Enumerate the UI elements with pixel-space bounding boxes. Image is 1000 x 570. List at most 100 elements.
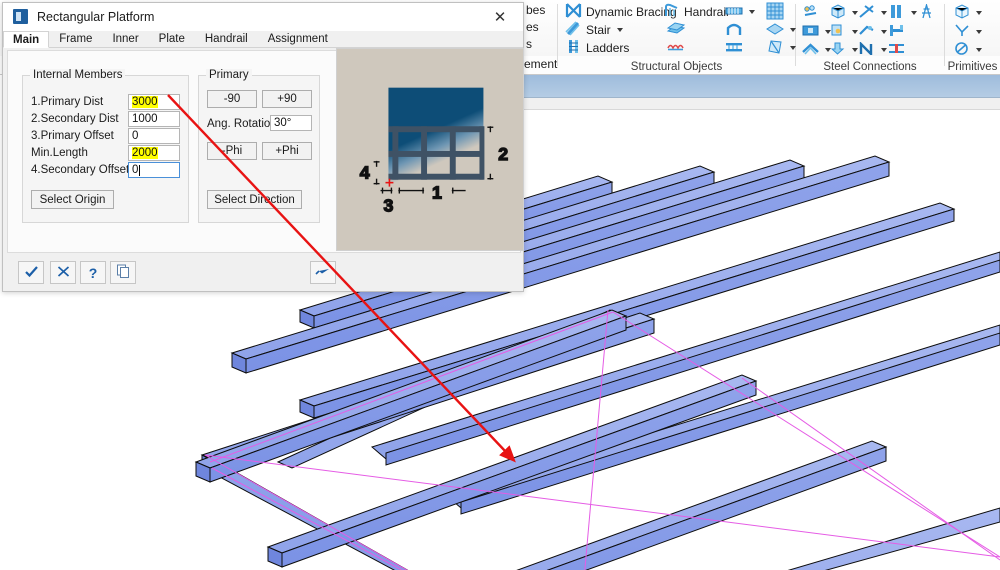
chevron-down-icon-sc-4[interactable] <box>911 11 917 15</box>
application-window: bes es s ement Structural Objects Dynami… <box>0 0 1000 570</box>
plus-phi-button[interactable]: +Phi <box>262 142 312 160</box>
ribbon-item-cone[interactable] <box>766 37 796 59</box>
svg-text:3: 3 <box>384 195 394 215</box>
ribbon-item-label-ladders: Ladders <box>586 41 630 55</box>
viewport-toolbar-strip <box>521 98 1000 110</box>
ribbon-cut-label-2: es <box>526 20 539 34</box>
ribbon-item-beam-profile[interactable] <box>725 37 743 59</box>
apply-ok-button[interactable] <box>18 261 44 284</box>
copy-icon <box>116 264 131 281</box>
box-connection-icon <box>829 4 846 22</box>
grating-icon <box>666 38 686 58</box>
ribbon-group-steel-connections: Steel Connections <box>796 0 944 75</box>
question-icon: ? <box>88 264 98 281</box>
rectangular-platform-dialog[interactable]: Rectangular Platform ✕ Main Frame Inner … <box>2 2 524 292</box>
ribbon-group-label-structural-objects: Structural Objects <box>630 61 723 73</box>
ribbon-item-label-stair: Stair <box>586 23 611 37</box>
ribbon-item-sc-11[interactable] <box>829 39 858 61</box>
dialog-footer-toolbar: ? <box>7 255 521 289</box>
chevron-down-icon-sc-12[interactable] <box>881 48 887 52</box>
check-icon <box>24 265 39 281</box>
stiffener-icon <box>888 42 905 58</box>
dialog-title: Rectangular Platform <box>37 9 155 24</box>
min-length-input[interactable]: 2000 <box>128 145 180 161</box>
primary-dist-input[interactable]: 3000 <box>128 94 180 110</box>
ribbon-item-sc-13[interactable] <box>888 39 905 61</box>
platform-preview-thumbnail: 2 4 3 1 <box>336 48 524 251</box>
chevron-down-icon-sc-3[interactable] <box>881 11 887 15</box>
select-origin-button[interactable]: Select Origin <box>31 190 114 209</box>
rotate-plus-90-button[interactable]: +90 <box>262 90 312 108</box>
tab-handrail[interactable]: Handrail <box>195 30 258 47</box>
apex-icon <box>802 42 819 58</box>
minus-phi-button[interactable]: -Phi <box>207 142 257 160</box>
group-internal-members: Internal Members 1.Primary Dist 2.Second… <box>22 69 189 223</box>
field-label-primary-offset: 3.Primary Offset <box>31 130 114 142</box>
cube-icon <box>953 4 970 22</box>
ribbon-item-ladders[interactable]: Ladders <box>565 37 629 59</box>
ribbon-group-label-primitives: Primitives <box>947 61 998 73</box>
dialog-tabstrip: Main Frame Inner Plate Handrail Assignme… <box>3 31 523 48</box>
splice-icon <box>888 4 905 22</box>
group-primary: Primary -90 +90 Ang. Rotation 30° -Phi +… <box>198 69 320 223</box>
weld-icon <box>858 24 875 40</box>
chevron-down-icon-prim-cube[interactable] <box>976 11 982 15</box>
ribbon-item-prim-circle[interactable] <box>953 39 982 61</box>
chevron-down-icon-rail[interactable] <box>749 10 755 14</box>
chevron-down-icon-prim-angle[interactable] <box>976 30 982 34</box>
chevron-down-icon-sc-8[interactable] <box>881 30 887 34</box>
field-label-ang-rotation: Ang. Rotation <box>207 118 277 130</box>
field-label-primary-dist: 1.Primary Dist <box>31 96 104 108</box>
ribbon-item-sc-10[interactable] <box>802 39 831 61</box>
ribbon-cut-label-3: s <box>526 37 532 51</box>
beam-profile-icon <box>725 40 743 57</box>
ribbon-cut-label-4: ement <box>524 57 558 71</box>
ribbon-cut-label-1: bes <box>526 3 546 17</box>
platform-icon <box>13 9 28 24</box>
base-plate-icon <box>802 24 819 40</box>
field-label-secondary-offset: 4.Secondary Offset <box>31 164 130 176</box>
select-direction-button[interactable]: Select Direction <box>207 190 302 209</box>
help-button[interactable]: ? <box>80 261 106 284</box>
x-icon <box>56 265 71 281</box>
pick-button[interactable] <box>310 261 336 284</box>
secondary-dist-input[interactable]: 1000 <box>128 111 180 127</box>
chevron-down-icon-prim-circle[interactable] <box>976 48 982 52</box>
cancel-button[interactable] <box>50 261 76 284</box>
tab-frame[interactable]: Frame <box>49 30 102 47</box>
cone-icon <box>766 39 784 58</box>
ribbon-group-primitives: Primitives <box>945 0 1000 75</box>
n-shape-icon <box>858 41 875 58</box>
circle-slash-icon <box>953 42 970 58</box>
rotate-minus-90-button[interactable]: -90 <box>207 90 257 108</box>
ribbon-item-label-handrail: Handrail <box>684 5 729 19</box>
svg-text:4: 4 <box>360 163 370 183</box>
chevron-down-icon-stair[interactable] <box>616 28 623 32</box>
field-label-secondary-dist: 2.Secondary Dist <box>31 113 119 125</box>
angle-icon <box>953 24 970 40</box>
bolt-cluster-icon <box>802 4 819 22</box>
ribbon-group-label-steel-connections: Steel Connections <box>823 61 917 73</box>
viewport-title-band <box>521 75 1000 98</box>
field-label-min-length: Min.Length <box>31 147 88 159</box>
primary-offset-input[interactable]: 0 <box>128 128 180 144</box>
close-icon[interactable]: ✕ <box>485 8 515 26</box>
arrow-pointer-icon <box>315 265 331 281</box>
tab-assignment[interactable]: Assignment <box>258 30 338 47</box>
rail-segment-icon <box>725 4 743 21</box>
tab-inner[interactable]: Inner <box>102 30 148 47</box>
ribbon-item-sc-12[interactable] <box>858 39 887 61</box>
group-title-primary: Primary <box>206 69 252 81</box>
secondary-offset-input[interactable]: 0 <box>128 162 180 178</box>
ribbon-item-grating[interactable] <box>666 37 686 59</box>
svg-text:2: 2 <box>498 144 508 164</box>
group-title-internal-members: Internal Members <box>30 69 126 81</box>
clip-angle-icon <box>829 24 846 40</box>
ang-rotation-input[interactable]: 30° <box>270 115 312 131</box>
ribbon-item-sc-5[interactable] <box>918 2 935 24</box>
dialog-titlebar[interactable]: Rectangular Platform ✕ <box>3 3 523 31</box>
tab-main[interactable]: Main <box>3 31 50 48</box>
tab-plate[interactable]: Plate <box>149 30 195 47</box>
copy-button[interactable] <box>110 261 136 284</box>
brace-connection-icon <box>858 4 875 22</box>
